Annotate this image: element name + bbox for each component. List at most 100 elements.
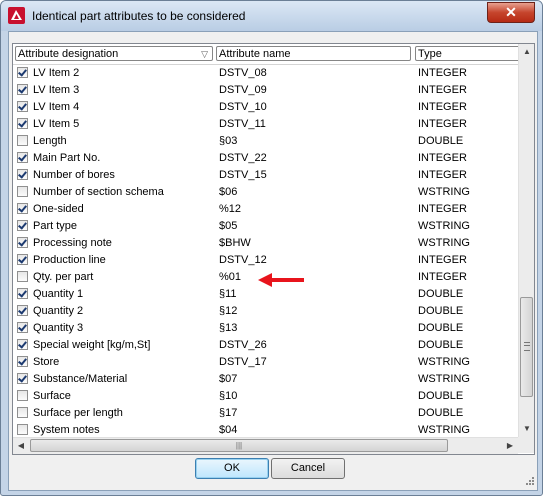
attribute-type: DOUBLE	[418, 305, 464, 317]
attribute-designation: Part type	[33, 220, 78, 232]
row-checkbox[interactable]	[17, 67, 28, 78]
ok-button[interactable]: OK	[195, 458, 269, 479]
row-checkbox[interactable]	[17, 186, 28, 197]
attribute-name: §03	[219, 135, 238, 147]
row-checkbox[interactable]	[17, 390, 28, 401]
table-row[interactable]: Surface per length §17 DOUBLE	[13, 405, 518, 422]
attribute-designation: Length	[33, 135, 67, 147]
horizontal-scroll-thumb[interactable]: |||	[30, 439, 448, 452]
row-checkbox[interactable]	[17, 356, 28, 367]
attribute-designation: LV Item 5	[33, 118, 80, 130]
row-checkbox[interactable]	[17, 118, 28, 129]
row-checkbox[interactable]	[17, 254, 28, 265]
row-checkbox[interactable]	[17, 271, 28, 282]
attribute-name: $05	[219, 220, 238, 232]
row-checkbox[interactable]	[17, 101, 28, 112]
attribute-designation: Number of section schema	[33, 186, 164, 198]
attribute-type: INTEGER	[418, 271, 467, 283]
row-checkbox[interactable]	[17, 339, 28, 350]
list-rows: LV Item 2 DSTV_08 INTEGER LV Item 3 DSTV_09 I…	[13, 65, 518, 436]
resize-grip-icon[interactable]	[523, 476, 535, 488]
attribute-name: $BHW	[219, 237, 251, 249]
window-title: Identical part attributes to be consider…	[32, 9, 246, 23]
cancel-button[interactable]: Cancel	[271, 458, 345, 479]
table-row[interactable]: Special weight [kg/m,St] DSTV_26 DOUBLE	[13, 337, 518, 354]
table-row[interactable]: Number of section schema $06 WSTRING	[13, 184, 518, 201]
app-logo-icon	[8, 7, 25, 24]
red-arrow-annotation	[258, 273, 304, 287]
row-checkbox[interactable]	[17, 407, 28, 418]
row-checkbox[interactable]	[17, 169, 28, 180]
table-row[interactable]: One-sided %12 INTEGER	[13, 201, 518, 218]
sort-indicator-icon: ▽	[201, 49, 208, 59]
attribute-type: INTEGER	[418, 101, 467, 113]
table-row[interactable]: Number of bores DSTV_15 INTEGER	[13, 167, 518, 184]
attribute-type: WSTRING	[418, 356, 470, 368]
column-header-type[interactable]: Type	[415, 46, 525, 61]
table-row[interactable]: Quantity 3 §13 DOUBLE	[13, 320, 518, 337]
column-header-name[interactable]: Attribute name	[216, 46, 411, 61]
attribute-type: INTEGER	[418, 84, 467, 96]
attribute-designation: One-sided	[33, 203, 84, 215]
scroll-left-arrow-icon[interactable]: ◀	[13, 438, 29, 454]
table-row[interactable]: LV Item 3 DSTV_09 INTEGER	[13, 82, 518, 99]
attribute-designation: Surface per length	[33, 407, 123, 419]
attribute-list[interactable]: Attribute designation ▽ Attribute name T…	[12, 43, 535, 455]
attribute-type: INTEGER	[418, 203, 467, 215]
attribute-type: DOUBLE	[418, 390, 464, 402]
row-checkbox[interactable]	[17, 203, 28, 214]
table-row[interactable]: Store DSTV_17 WSTRING	[13, 354, 518, 371]
row-checkbox[interactable]	[17, 322, 28, 333]
horizontal-scrollbar[interactable]: ◀ ||| ▶	[13, 437, 518, 454]
attribute-designation: Quantity 1	[33, 288, 84, 300]
scroll-down-arrow-icon[interactable]: ▼	[519, 421, 534, 437]
row-checkbox[interactable]	[17, 220, 28, 231]
row-checkbox[interactable]	[17, 237, 28, 248]
row-checkbox[interactable]	[17, 288, 28, 299]
table-row[interactable]: System notes $04 WSTRING	[13, 422, 518, 436]
attribute-type: WSTRING	[418, 373, 470, 385]
attribute-name: $06	[219, 186, 238, 198]
row-checkbox[interactable]	[17, 305, 28, 316]
list-header: Attribute designation ▽ Attribute name T…	[13, 44, 525, 65]
column-header-designation[interactable]: Attribute designation ▽	[15, 46, 213, 61]
title-bar[interactable]: Identical part attributes to be consider…	[1, 1, 542, 31]
dialog-window: Identical part attributes to be consider…	[0, 0, 543, 496]
attribute-name: $07	[219, 373, 238, 385]
row-checkbox[interactable]	[17, 424, 28, 435]
attribute-name: DSTV_12	[219, 254, 267, 266]
table-row[interactable]: Production line DSTV_12 INTEGER	[13, 252, 518, 269]
table-row[interactable]: Substance/Material $07 WSTRING	[13, 371, 518, 388]
table-row[interactable]: Part type $05 WSTRING	[13, 218, 518, 235]
table-row[interactable]: Quantity 1 §11 DOUBLE	[13, 286, 518, 303]
attribute-name: DSTV_08	[219, 67, 267, 79]
vertical-scrollbar[interactable]: ▲ ▼	[518, 44, 534, 437]
row-checkbox[interactable]	[17, 373, 28, 384]
close-button[interactable]: ✕	[487, 2, 535, 23]
table-row[interactable]: Length §03 DOUBLE	[13, 133, 518, 150]
attribute-designation: LV Item 2	[33, 67, 80, 79]
attribute-type: DOUBLE	[418, 322, 464, 334]
attribute-type: INTEGER	[418, 67, 467, 79]
row-checkbox[interactable]	[17, 152, 28, 163]
column-header-name-label: Attribute name	[219, 48, 291, 60]
table-row[interactable]: LV Item 4 DSTV_10 INTEGER	[13, 99, 518, 116]
table-row[interactable]: LV Item 2 DSTV_08 INTEGER	[13, 65, 518, 82]
attribute-designation: System notes	[33, 424, 100, 436]
table-row[interactable]: Processing note $BHW WSTRING	[13, 235, 518, 252]
table-row[interactable]: Quantity 2 §12 DOUBLE	[13, 303, 518, 320]
vertical-scroll-thumb[interactable]	[520, 297, 533, 397]
row-checkbox[interactable]	[17, 135, 28, 146]
attribute-type: DOUBLE	[418, 339, 464, 351]
row-checkbox[interactable]	[17, 84, 28, 95]
attribute-designation: LV Item 4	[33, 101, 80, 113]
table-row[interactable]: Surface §10 DOUBLE	[13, 388, 518, 405]
table-row[interactable]: Main Part No. DSTV_22 INTEGER	[13, 150, 518, 167]
scroll-up-arrow-icon[interactable]: ▲	[519, 44, 534, 60]
scroll-right-arrow-icon[interactable]: ▶	[502, 438, 518, 454]
attribute-name: §13	[219, 322, 238, 334]
table-row[interactable]: LV Item 5 DSTV_11 INTEGER	[13, 116, 518, 133]
close-icon: ✕	[505, 4, 517, 20]
attribute-name: %12	[219, 203, 242, 215]
attribute-name: §10	[219, 390, 238, 402]
